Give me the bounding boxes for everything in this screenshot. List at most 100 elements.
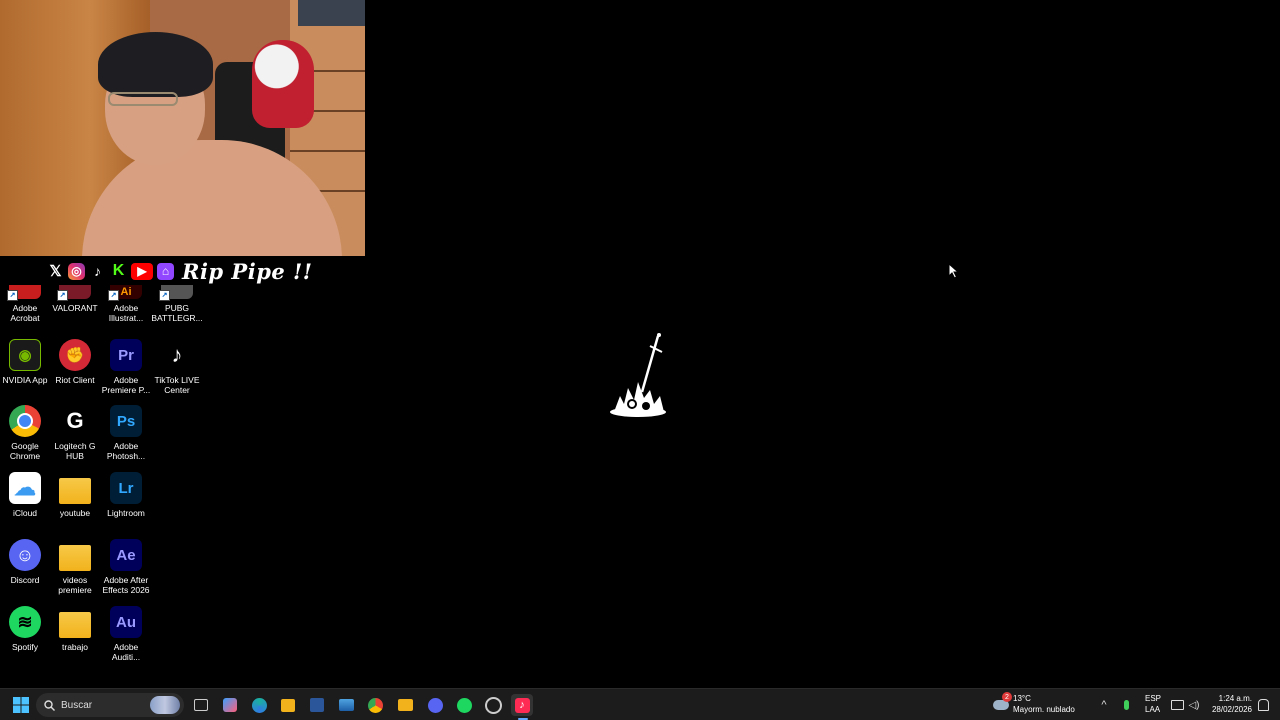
clock-time[interactable]: 1:24 a.m. [1212, 694, 1252, 704]
adobe-premiere-icon: Pr [110, 339, 142, 371]
folder-icon [59, 478, 91, 504]
desktop-icon-folder-videos-premiere[interactable]: videos premiere [50, 539, 100, 595]
desktop-icon-adobe-photoshop[interactable]: Ps Adobe Photosh... [101, 405, 151, 461]
edge-icon [251, 697, 267, 713]
riot-client-icon: ✊ [59, 339, 91, 371]
desktop-icon-nvidia-app[interactable]: ◉ NVIDIA App [0, 339, 50, 385]
weather-widget-icon-button[interactable]: 2 [990, 692, 1012, 716]
clock-date[interactable]: 28/02/2026 [1208, 705, 1252, 715]
microphone-button[interactable] [1116, 694, 1136, 716]
speaker-icon: ◁) [1188, 699, 1200, 711]
task-view-button[interactable] [190, 694, 212, 716]
spotify-icon [456, 697, 472, 713]
chrome-center-icon [17, 413, 33, 429]
tiktok-icon: ♪ [514, 697, 530, 713]
taskbar-photos[interactable] [335, 694, 357, 716]
folder-icon [59, 545, 91, 571]
adobe-illustrator-icon: Ai ↗ [108, 285, 142, 301]
webcam-person-glasses [108, 92, 178, 106]
desktop-icon-google-chrome[interactable]: Google Chrome [0, 405, 50, 461]
shortcut-arrow-icon: ↗ [7, 290, 18, 301]
webcam-shelf-line [290, 150, 365, 152]
widgets-button[interactable] [219, 694, 241, 716]
photos-icon [338, 699, 354, 711]
logitech-ghub-icon: G [66, 408, 84, 433]
desktop-icon-label: Adobe Photosh... [106, 441, 146, 461]
windows-logo-icon [13, 697, 29, 713]
spotify-icon: ≋ [9, 606, 41, 638]
desktop-icon-folder-trabajo[interactable]: trabajo [50, 606, 100, 652]
network-icon [1170, 700, 1184, 710]
desktop-icon-adobe-lightroom[interactable]: Lr Lightroom [101, 472, 151, 518]
desktop-icon-adobe-illustrator[interactable]: Ai ↗ Adobe Illustrat... [101, 285, 151, 323]
tiktok-live-icon: ♪ [171, 342, 183, 367]
desktop-icon-adobe-premiere[interactable]: Pr Adobe Premiere P... [101, 339, 151, 395]
webcam-person-hair [98, 32, 213, 97]
folder-icon [397, 699, 413, 711]
taskbar-tiktok-live[interactable]: ♪ [511, 694, 533, 716]
adobe-audition-icon: Au [110, 606, 142, 638]
desktop-icon-adobe-acrobat[interactable]: ↗ Adobe Acrobat [0, 285, 50, 323]
bonfire-sword-emblem [610, 333, 666, 417]
webcam-cap [252, 40, 314, 128]
language-code[interactable]: ESP [1145, 694, 1161, 704]
desktop-icon-adobe-after-effects[interactable]: Ae Adobe After Effects 2026 [101, 539, 151, 595]
network-button[interactable] [1168, 694, 1186, 716]
discord-icon: ☺ [9, 539, 41, 571]
search-icon [44, 699, 55, 711]
icloud-icon: ☁ [9, 472, 41, 504]
webcam-overlay [0, 0, 365, 256]
keyboard-layout[interactable]: LAA [1145, 705, 1160, 715]
shortcut-arrow-icon: ↗ [57, 290, 68, 301]
desktop-icon-discord[interactable]: ☺ Discord [0, 539, 50, 585]
instagram-icon: ◎ [68, 262, 85, 280]
desktop-icon-tiktok-live-center[interactable]: ♪ TikTok LIVE Center [152, 339, 202, 395]
streamer-handle: Rip Pipe !! [182, 258, 313, 284]
desktop-icon-spotify[interactable]: ≋ Spotify [0, 606, 50, 652]
kick-icon: K [112, 262, 125, 279]
chevron-up-icon: ^ [1101, 699, 1107, 711]
desktop-icon-logitech-ghub[interactable]: G Logitech G HUB [50, 405, 100, 461]
weather-desc[interactable]: Mayorm. nublado [1013, 705, 1075, 715]
taskbar-store[interactable] [277, 694, 299, 716]
taskbar-spotify[interactable] [453, 694, 475, 716]
social-bar: 𝕏 ◎ ♪ K ▶ ⌂ Rip Pipe !! [47, 258, 313, 284]
taskbar-chrome[interactable] [364, 694, 386, 716]
desktop-icon-pubg[interactable]: ↗ PUBG BATTLEGR... [151, 285, 203, 323]
desktop-icon-adobe-audition[interactable]: Au Adobe Auditi... [101, 606, 151, 662]
desktop-icon-valorant[interactable]: ↗ VALORANT [50, 285, 100, 313]
desktop-icon-riot-client[interactable]: ✊ Riot Client [50, 339, 100, 385]
folder-icon [59, 612, 91, 638]
webcam-clothes [298, 0, 365, 26]
taskbar-file-explorer[interactable] [394, 694, 416, 716]
youtube-icon: ▶ [131, 262, 153, 280]
adobe-photoshop-icon: Ps [110, 405, 142, 437]
desktop-icon-label: Adobe After Effects 2026 [102, 575, 150, 595]
x-icon: 𝕏 [49, 263, 62, 280]
start-button[interactable] [10, 694, 32, 716]
mouse-cursor-icon [948, 263, 960, 279]
notifications-button[interactable] [1254, 694, 1272, 716]
adobe-after-effects-icon: Ae [110, 539, 142, 571]
desktop-icon-icloud[interactable]: ☁ iCloud [0, 472, 50, 518]
taskbar-logitech[interactable] [482, 694, 504, 716]
search-highlight-icon [150, 696, 180, 714]
widgets-icon [223, 698, 237, 712]
microphone-icon [1123, 700, 1129, 710]
weather-temp[interactable]: 13°C [1013, 694, 1031, 704]
taskbar-discord[interactable] [424, 694, 446, 716]
twitch-icon: ⌂ [157, 262, 174, 280]
volume-button[interactable]: ◁) [1185, 694, 1203, 716]
valorant-icon: ↗ [57, 285, 91, 301]
adobe-acrobat-icon: ↗ [7, 285, 41, 301]
taskbar-word[interactable] [306, 694, 328, 716]
taskbar-search-box[interactable]: Buscar [36, 693, 184, 717]
desktop-icon-folder-youtube[interactable]: youtube [50, 472, 100, 518]
taskbar-edge[interactable] [248, 694, 270, 716]
bell-icon [1257, 699, 1269, 711]
show-hidden-icons-button[interactable]: ^ [1094, 694, 1114, 716]
adobe-lightroom-icon: Lr [110, 472, 142, 504]
word-icon [310, 698, 324, 712]
logitech-icon [484, 696, 502, 714]
desktop-icon-label: Lightroom [107, 508, 145, 518]
